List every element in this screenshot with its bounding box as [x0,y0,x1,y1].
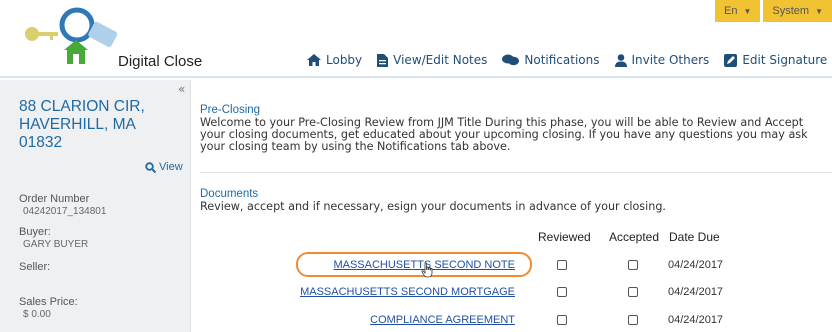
language-label: En [724,5,738,17]
hand-cursor-icon [421,262,433,278]
accepted-header: Accepted [609,230,660,244]
buyer-value: GARY BUYER [23,239,89,250]
nav-invite-others[interactable]: Invite Others [614,53,710,67]
nav-notifications[interactable]: Notifications [502,53,600,67]
preclosing-line: your closing team by using the Notificat… [200,140,511,153]
accepted-checkbox[interactable] [628,287,638,297]
top-right-menus: En ▼ System ▼ [712,0,832,22]
nav-lobby[interactable]: Lobby [307,53,362,67]
accepted-checkbox[interactable] [628,260,638,270]
nav-label: Notifications [524,53,600,67]
brand-name: Digital Close [118,53,203,70]
document-link[interactable]: COMPLIANCE AGREEMENT [370,314,515,326]
chat-icon [502,54,520,66]
sidebar: « 88 CLARION CIR, HAVERHILL, MA 01832 Vi… [0,80,191,332]
preclosing-title: Pre-Closing [200,104,261,116]
person-icon [614,53,627,67]
order-number-label: Order Number [19,193,90,205]
property-address: 88 CLARION CIR, HAVERHILL, MA 01832 [19,98,184,152]
view-link[interactable]: View [145,161,183,173]
view-label: View [159,161,183,173]
preclosing-text: Welcome to your Pre-Closing Review from … [200,117,828,153]
table-row: COMPLIANCE AGREEMENT 04/24/2017 [200,310,832,332]
edit-icon [724,53,738,67]
sales-price-value: $ 0.00 [23,309,51,320]
top-bar: Digital Close En ▼ System ▼ Lobby View/E… [0,0,832,78]
nav-label: Lobby [326,53,363,67]
reviewed-header: Reviewed [538,230,591,244]
date-due: 04/24/2017 [668,286,724,298]
chevron-down-icon: ▼ [743,7,752,16]
search-icon [145,161,156,173]
address-line: 88 CLARION CIR, [19,98,145,115]
nav-edit-signature[interactable]: Edit Signature [724,53,827,67]
nav-view-edit-notes[interactable]: View/Edit Notes [377,53,487,67]
reviewed-checkbox[interactable] [557,260,567,270]
nav-label: View/Edit Notes [393,53,488,67]
system-dropdown[interactable]: System ▼ [763,0,832,22]
documents-title: Documents [200,188,259,200]
address-line: HAVERHILL, MA [19,116,136,133]
language-dropdown[interactable]: En ▼ [715,0,761,22]
reviewed-checkbox[interactable] [557,315,567,325]
document-link[interactable]: MASSACHUSETTS SECOND MORTGAGE [300,286,515,298]
main-nav: Lobby View/Edit Notes Notifications Invi… [307,53,827,67]
address-line: 01832 [19,134,63,151]
reviewed-checkbox[interactable] [557,287,567,297]
buyer-label: Buyer: [19,226,51,238]
accepted-checkbox[interactable] [628,315,638,325]
table-row: MASSACHUSETTS SECOND MORTGAGE 04/24/2017 [200,282,832,304]
order-number-value: 04242017_134801 [23,206,107,217]
collapse-sidebar-button[interactable]: « [178,82,185,96]
sales-price-label: Sales Price: [19,296,78,308]
seller-label: Seller: [19,261,51,273]
nav-label: Edit Signature [742,53,828,67]
system-label: System [772,5,810,17]
notes-icon [377,53,389,67]
home-icon [307,54,321,66]
highlight-outline [296,252,532,277]
date-due: 04/24/2017 [668,314,724,326]
section-divider [200,172,832,173]
chevron-down-icon: ▼ [815,7,823,16]
date-due: 04/24/2017 [668,259,724,271]
documents-subtitle: Review, accept and if necessary, esign y… [200,200,666,213]
nav-label: Invite Others [631,53,710,67]
date-due-header: Date Due [669,230,720,244]
